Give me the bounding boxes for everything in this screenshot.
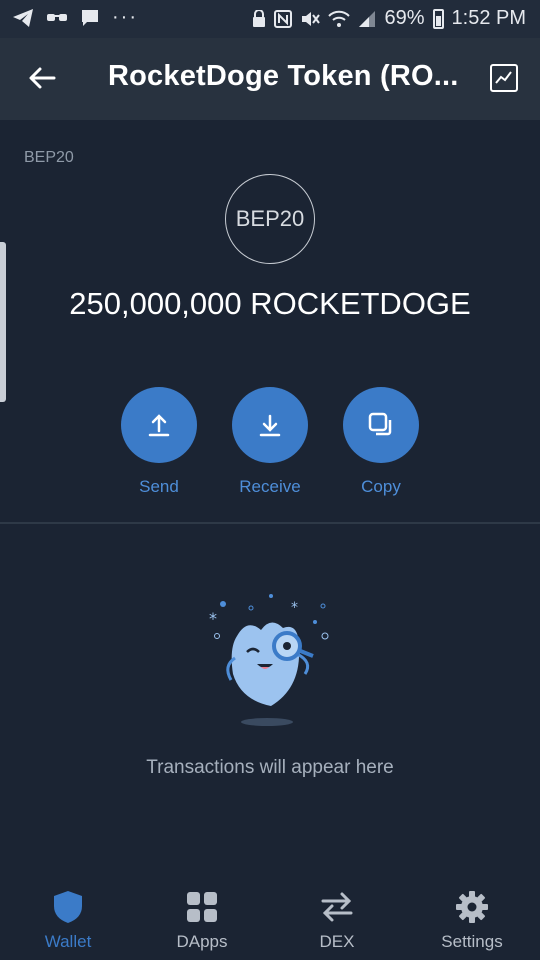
- copy-icon: [368, 412, 392, 436]
- wifi-icon: [328, 10, 351, 27]
- battery-percent: 69%: [384, 7, 425, 29]
- nfc-icon: [274, 9, 293, 28]
- nav-dapps[interactable]: DApps: [137, 890, 267, 952]
- grid-icon: [187, 892, 217, 922]
- more-notifications-icon: ···: [112, 6, 138, 28]
- receive-circle[interactable]: [232, 387, 308, 463]
- nav-wallet-label: Wallet: [44, 932, 92, 951]
- nav-dex[interactable]: DEX: [272, 890, 402, 952]
- shield-icon: [54, 891, 82, 923]
- send-circle[interactable]: [121, 387, 197, 463]
- download-icon: [259, 414, 281, 437]
- status-bar: ··· 69% 1:52 PM: [0, 0, 540, 38]
- arrow-left-icon[interactable]: [24, 60, 60, 96]
- glasses-icon: [47, 13, 67, 21]
- empty-state-message: Transactions will appear here: [146, 757, 394, 778]
- svg-text:*: *: [291, 600, 298, 616]
- divider: [0, 522, 540, 524]
- upload-icon: [148, 414, 170, 437]
- message-icon: [82, 9, 98, 26]
- clock: 1:52 PM: [451, 7, 526, 29]
- token-balance: 250,000,000 ROCKETDOGE: [69, 286, 471, 321]
- swap-icon: [321, 892, 353, 922]
- telegram-icon: [13, 8, 33, 27]
- copy-label: Copy: [361, 477, 401, 496]
- mute-icon: [302, 11, 321, 26]
- copy-circle[interactable]: [343, 387, 419, 463]
- battery-icon: [432, 8, 444, 29]
- lock-icon: [253, 9, 266, 27]
- page-title: RocketDoge Token (RO...: [108, 60, 459, 92]
- nav-wallet[interactable]: Wallet: [3, 890, 133, 952]
- nav-dapps-label: DApps: [176, 932, 228, 951]
- send-button[interactable]: Send: [104, 387, 214, 497]
- nav-dex-label: DEX: [319, 932, 355, 951]
- signal-icon: [359, 10, 376, 27]
- app-bar: RocketDoge Token (RO...: [0, 38, 540, 120]
- token-logo: BEP20: [225, 174, 315, 264]
- notification-icons: ···: [12, 6, 138, 29]
- send-label: Send: [139, 477, 179, 496]
- gear-icon: [456, 891, 488, 923]
- svg-text:*: *: [209, 609, 217, 628]
- receive-label: Receive: [239, 477, 301, 496]
- copy-button[interactable]: Copy: [326, 387, 436, 497]
- edge-scroll-handle[interactable]: [0, 242, 6, 402]
- nav-settings-label: Settings: [441, 932, 503, 951]
- chart-line-glyph: [495, 71, 512, 84]
- receive-button[interactable]: Receive: [215, 387, 325, 497]
- mascot-illustration: * *: [209, 594, 329, 726]
- network-label: BEP20: [24, 149, 74, 166]
- chart-icon[interactable]: [490, 64, 518, 92]
- nav-settings[interactable]: Settings: [407, 890, 537, 952]
- bottom-nav: Wallet DApps DEX Settings: [0, 876, 540, 960]
- system-status: 69% 1:52 PM: [252, 7, 526, 30]
